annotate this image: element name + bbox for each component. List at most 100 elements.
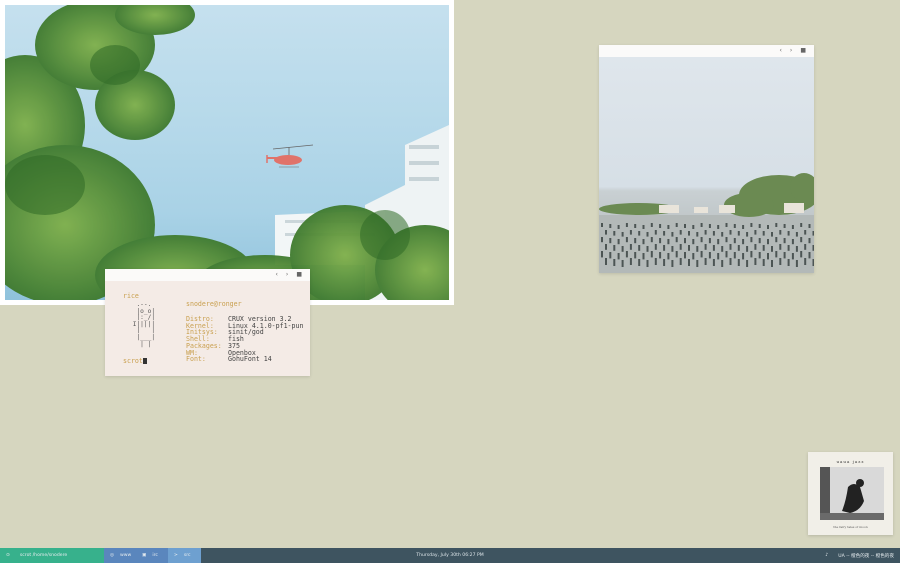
album-art [820, 467, 884, 520]
lake-post [667, 253, 670, 260]
lake-post [684, 238, 686, 244]
lake-post [704, 258, 707, 265]
lake-post [708, 238, 711, 244]
lake-post [700, 251, 703, 258]
lake-post [605, 230, 607, 235]
lake-post [638, 259, 641, 266]
lake-post [725, 251, 728, 258]
lake-post [613, 231, 616, 236]
workspace-www-label: www [120, 553, 132, 558]
now-playing[interactable]: ♪ UA -- 橙色的夜 -- 橙色的夜 [825, 553, 894, 559]
lake-post [729, 244, 732, 250]
lake-post [737, 231, 740, 236]
workspace-irc-label: irc [152, 553, 158, 558]
lake-post [771, 232, 773, 237]
lake-post [613, 259, 616, 266]
close-icon[interactable]: ■ [296, 269, 302, 281]
lake-post [617, 239, 620, 245]
helicopter-icon [266, 144, 314, 168]
helicopter-photo [0, 0, 454, 305]
lake-post [621, 232, 624, 237]
lake-post [642, 225, 645, 229]
info-value: GohuFont 14 [228, 355, 272, 364]
lake-post [791, 253, 794, 260]
lake-post [605, 244, 607, 250]
lake-post [617, 253, 620, 260]
lake-post [654, 258, 657, 265]
info-key: Font: [186, 355, 206, 364]
close-icon[interactable]: ■ [800, 45, 806, 57]
lake-post [650, 223, 653, 227]
lake-post [729, 230, 732, 235]
prev-icon[interactable]: ‹ [276, 269, 278, 281]
lake-post [783, 224, 786, 228]
album-title: uaua jazz [836, 459, 865, 464]
lake-post [609, 238, 612, 244]
lake-post [621, 246, 624, 252]
lake-post [725, 237, 728, 243]
lake-post [733, 238, 736, 244]
lake-post [629, 230, 632, 235]
lake-post [684, 252, 686, 259]
lake-post [605, 258, 607, 265]
lake-post [696, 232, 699, 237]
lake-post [679, 258, 682, 265]
album-cover-widget[interactable]: uaua jazz the fairy tales of moon [808, 452, 893, 535]
lake-post [671, 232, 674, 237]
workspace-irc[interactable]: ▣ irc [136, 548, 168, 563]
lake-post [791, 225, 794, 229]
lake-post [771, 260, 773, 267]
lake-post [700, 237, 703, 243]
terminal-body[interactable]: rice .--. |o_o| |:_/| I||||| | | |___| |… [105, 281, 310, 376]
lake-post [787, 259, 790, 266]
lake-post [634, 224, 637, 228]
user-host: snodere@ronger [186, 300, 242, 308]
lake-post [688, 245, 690, 251]
lake-post [654, 230, 657, 235]
workspace-src-label: src [183, 553, 191, 558]
lake-post [750, 237, 753, 243]
lake-post [767, 239, 769, 245]
chat-icon: ▣ [142, 553, 147, 558]
lake-scene [599, 173, 814, 273]
lake-post [654, 244, 657, 250]
lake-post [601, 237, 603, 243]
lake-post [729, 258, 732, 265]
lake-post [812, 245, 814, 251]
lake-post [754, 230, 757, 235]
lake-post [642, 239, 645, 245]
workspace-www[interactable]: ◎ www [104, 548, 136, 563]
next-icon[interactable]: › [286, 269, 288, 281]
lake-post [692, 239, 695, 245]
lake-post [721, 232, 724, 237]
lake-titlebar: ‹ › ■ [599, 45, 814, 57]
next-icon[interactable]: › [790, 45, 792, 57]
lake-post [609, 252, 612, 259]
system-info: Distro: CRUX version 3.2 Kernel: Linux 4.1.… [186, 316, 303, 363]
lake-post [779, 244, 782, 250]
workspace-src[interactable]: ≻ src [168, 548, 201, 563]
lake-post [650, 251, 653, 258]
lake-post [717, 253, 720, 260]
lake-post [629, 244, 632, 250]
lake-post [609, 224, 612, 228]
lake-post [767, 225, 769, 229]
lake-post [762, 231, 765, 236]
terminal-window: ‹ › ■ rice .--. |o_o| |:_/| I||||| | | |… [105, 269, 310, 376]
lake-post [601, 251, 603, 258]
lake-post [787, 245, 790, 251]
lake-post [733, 252, 736, 259]
lake-post [767, 253, 769, 260]
lake-post [675, 223, 678, 227]
lake-photo-image [599, 57, 814, 273]
lake-post [750, 223, 753, 227]
lake-post [704, 230, 707, 235]
terminal-task[interactable]: ⊙ scrot /home/snodere [0, 548, 104, 563]
command-line: rice [123, 292, 139, 300]
lake-post [742, 253, 745, 260]
lake-post [712, 259, 715, 266]
prev-icon[interactable]: ‹ [780, 45, 782, 57]
lake-post [712, 231, 715, 236]
lake-post [663, 259, 666, 266]
lake-post [746, 232, 749, 237]
